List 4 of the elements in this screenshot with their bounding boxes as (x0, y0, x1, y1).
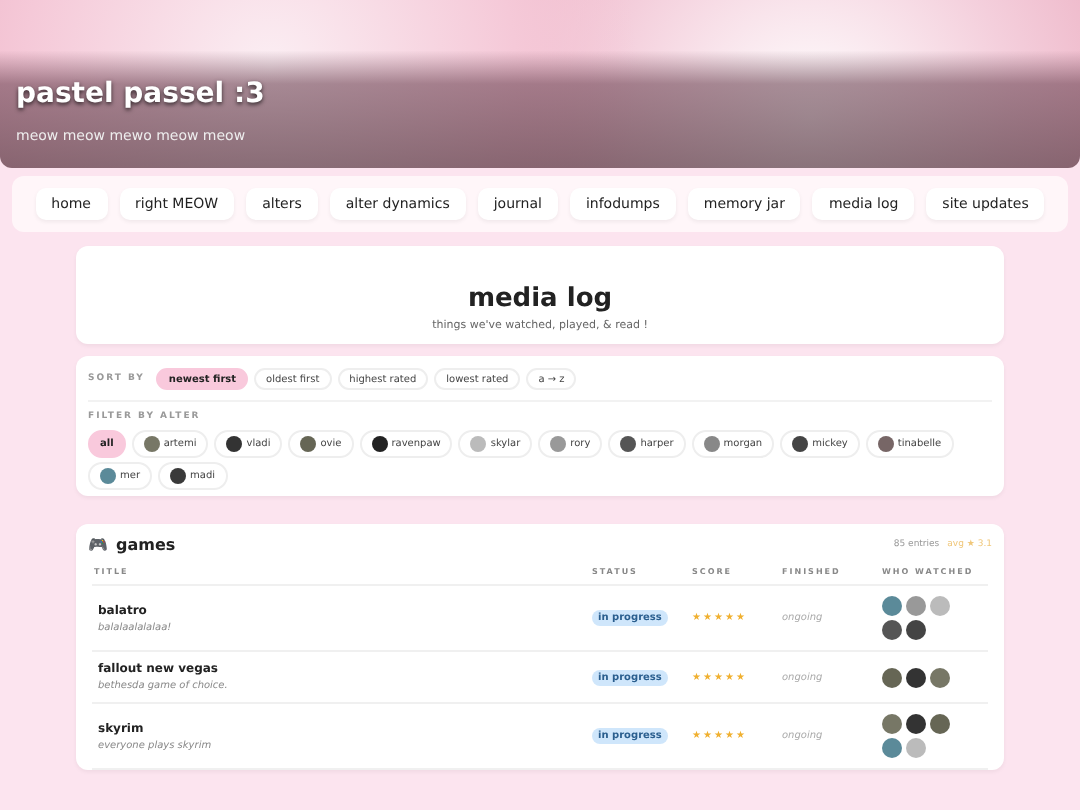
section-title: games (116, 536, 176, 554)
gamepad-icon: 🎮 (88, 536, 108, 554)
site-title: pastel passel :3 (16, 78, 267, 110)
page-title: media log (467, 284, 613, 314)
